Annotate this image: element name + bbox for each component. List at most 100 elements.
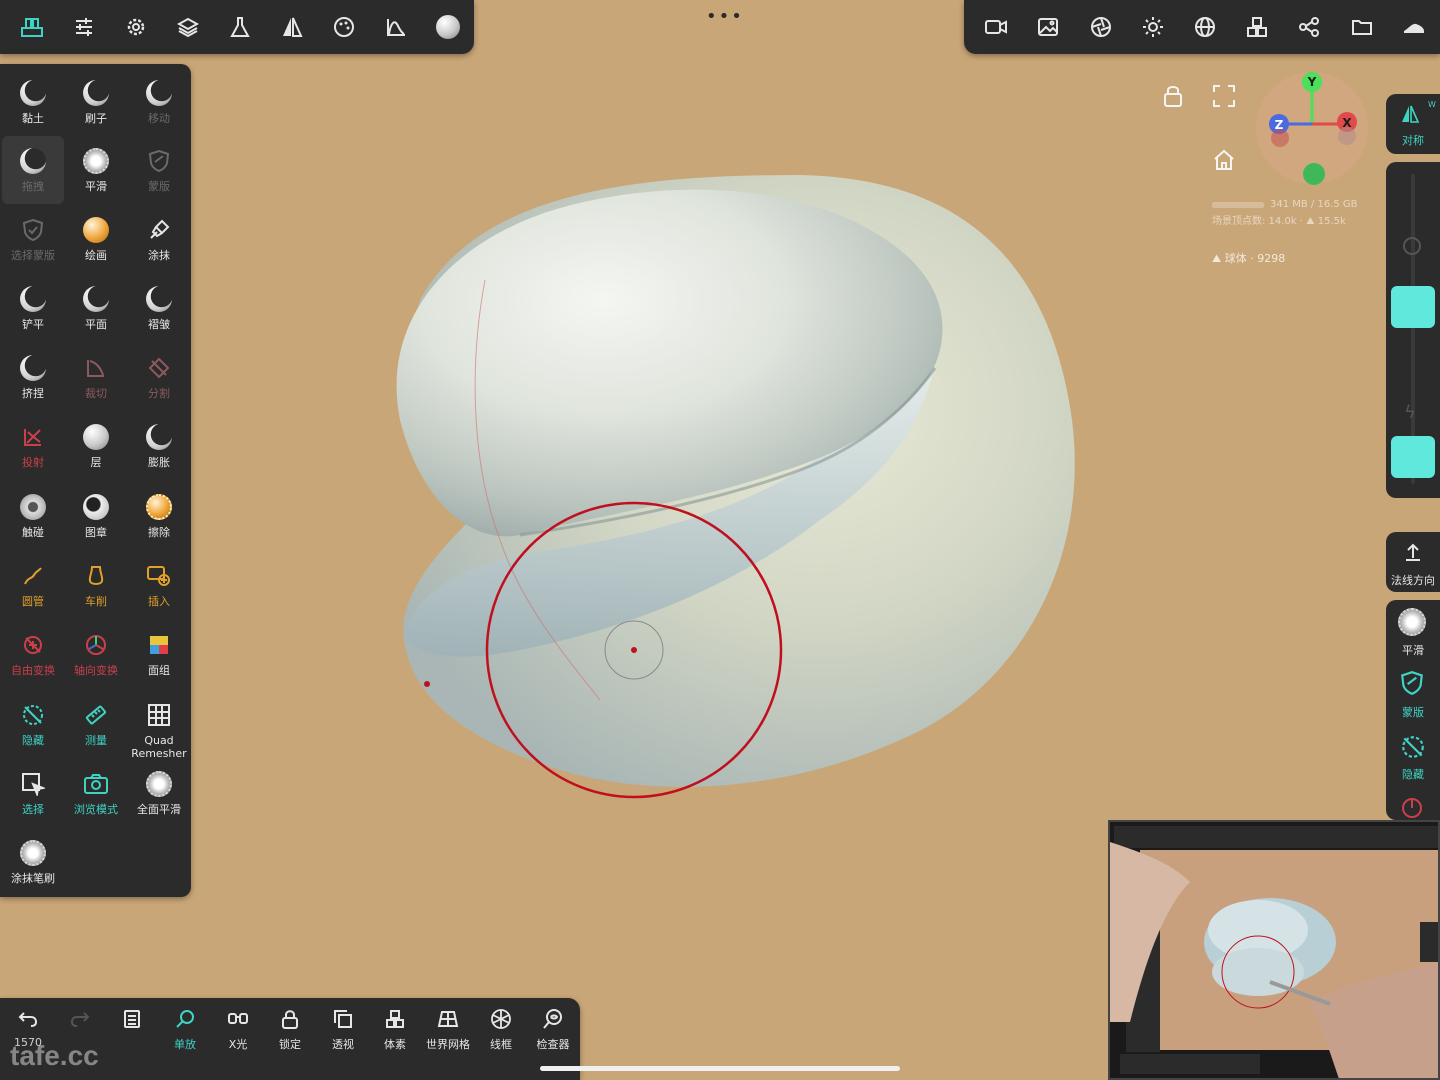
voxel-button[interactable]: 体素 — [369, 1006, 421, 1066]
tool-plane[interactable]: 平面 — [65, 274, 127, 342]
fullscreen-icon[interactable] — [1212, 84, 1236, 114]
tool-label: Quad Remesher — [131, 734, 187, 760]
tool-erase[interactable]: 擦除 — [128, 482, 190, 550]
tool-select[interactable]: 选择 — [2, 759, 64, 827]
tool-tube[interactable]: 圆管 — [2, 551, 64, 619]
aperture-icon[interactable] — [1074, 0, 1126, 54]
clay-icon — [18, 78, 48, 108]
mask-icon[interactable] — [1400, 670, 1424, 700]
tool-clay[interactable]: 黏土 — [2, 68, 64, 136]
voxel-label: 体素 — [384, 1038, 406, 1051]
sphere-grid-icon[interactable] — [1179, 0, 1231, 54]
tool-label: 平滑 — [85, 180, 107, 193]
upload-arrow-icon — [1404, 542, 1422, 566]
tool-trim[interactable]: 裁切 — [65, 343, 127, 411]
sliders-icon[interactable] — [58, 0, 110, 54]
tool-quad-remesher[interactable]: Quad Remesher — [128, 690, 190, 764]
tool-label: 平面 — [85, 318, 107, 331]
world-grid-button[interactable]: 世界网格 — [422, 1006, 474, 1066]
tools-icon[interactable] — [6, 0, 58, 54]
shoe-icon[interactable] — [1388, 0, 1440, 54]
tool-axis-transform[interactable]: 轴向变换 — [65, 620, 127, 688]
tool-project[interactable]: 投射 — [2, 412, 64, 480]
mesh-name[interactable]: ⛰ 球体 · 9298 — [1212, 250, 1285, 266]
tool-label: 分割 — [148, 387, 170, 400]
project-icon — [18, 422, 48, 452]
lock-icon[interactable] — [1162, 84, 1184, 114]
top-grip[interactable]: ••• — [706, 6, 744, 27]
intensity-slider[interactable] — [1391, 436, 1435, 478]
share-icon[interactable] — [1283, 0, 1335, 54]
symmetry-icon[interactable] — [266, 0, 318, 54]
tool-insert[interactable]: 插入 — [128, 551, 190, 619]
tool-view-mode[interactable]: 浏览模式 — [65, 759, 127, 827]
tool-stamp[interactable]: 图章 — [65, 482, 127, 550]
tool-touch[interactable]: 触碰 — [2, 482, 64, 550]
material-icon[interactable] — [422, 0, 474, 54]
tool-pinch[interactable]: 挤捏 — [2, 343, 64, 411]
tool-brush[interactable]: 刷子 — [65, 68, 127, 136]
smudge-brush-icon — [18, 838, 48, 868]
undo-icon — [18, 1006, 38, 1032]
xray-button[interactable]: X光 — [212, 1006, 264, 1066]
camera-icon[interactable] — [970, 0, 1022, 54]
voxel-icon — [385, 1006, 405, 1032]
curve-icon[interactable] — [370, 0, 422, 54]
cubes-icon[interactable] — [1231, 0, 1283, 54]
tool-label: 触碰 — [22, 526, 44, 539]
tool-hide[interactable]: 隐藏 — [2, 690, 64, 758]
layers-icon[interactable] — [162, 0, 214, 54]
symmetry-dot — [424, 681, 430, 687]
tool-label: 绘画 — [85, 249, 107, 262]
home-indicator[interactable] — [540, 1066, 900, 1071]
brush-icon — [81, 78, 111, 108]
tool-label: 测量 — [85, 734, 107, 747]
tube-icon — [18, 561, 48, 591]
tool-flatten[interactable]: 铲平 — [2, 274, 64, 342]
perspective-button[interactable]: 透视 — [317, 1006, 369, 1066]
tool-inflate[interactable]: 膨胀 — [128, 412, 190, 480]
axis-gizmo[interactable]: Y X Z — [1250, 66, 1374, 190]
hide-icon[interactable] — [1400, 734, 1426, 764]
solo-button[interactable]: 单放 — [159, 1006, 211, 1066]
sun-icon[interactable] — [1127, 0, 1179, 54]
flask-icon[interactable] — [214, 0, 266, 54]
tool-crease[interactable]: 褶皱 — [128, 274, 190, 342]
tool-lathe[interactable]: 车削 — [65, 551, 127, 619]
tool-smudge[interactable]: 涂抹 — [128, 205, 190, 273]
crease-icon — [144, 284, 174, 314]
tool-mask[interactable]: 蒙版 — [128, 136, 190, 204]
axis-neg-y-handle[interactable] — [1303, 163, 1325, 185]
wireframe-button[interactable]: 线框 — [475, 1006, 527, 1066]
tool-layer[interactable]: 层 — [65, 412, 127, 480]
tool-smudge-brush[interactable]: 涂抹笔刷 — [2, 828, 64, 896]
axis-x-label: X — [1342, 116, 1352, 130]
image-icon[interactable] — [1022, 0, 1074, 54]
lock-button[interactable]: 锁定 — [264, 1006, 316, 1066]
quick-tools-panel: 平滑 蒙版 隐藏 — [1386, 600, 1440, 820]
palette-icon[interactable] — [318, 0, 370, 54]
smooth-icon[interactable] — [1398, 608, 1426, 636]
tool-face-group[interactable]: 面组 — [128, 620, 190, 688]
tool-smooth[interactable]: 平滑 — [65, 136, 127, 204]
tool-select-mask[interactable]: 选择蒙版 — [2, 205, 64, 273]
tool-split[interactable]: 分割 — [128, 343, 190, 411]
mask-shield-icon — [144, 146, 174, 176]
folder-icon[interactable] — [1336, 0, 1388, 54]
paint-icon — [81, 215, 111, 245]
tool-move[interactable]: 移动 — [128, 68, 190, 136]
symmetry-panel[interactable]: W 对称 — [1386, 94, 1440, 154]
inspector-button[interactable]: 检查器 — [527, 1006, 579, 1066]
scene-list-button[interactable] — [106, 1006, 158, 1066]
gear-icon[interactable] — [110, 0, 162, 54]
normal-direction-button[interactable]: 法线方向 — [1386, 532, 1440, 592]
touch-icon — [18, 492, 48, 522]
tool-label: 黏土 — [22, 112, 44, 125]
tool-measure[interactable]: 测量 — [65, 690, 127, 758]
tool-drag[interactable]: 拖拽 — [2, 136, 64, 204]
home-icon[interactable] — [1212, 148, 1236, 178]
radius-slider[interactable] — [1391, 286, 1435, 328]
tool-paint[interactable]: 绘画 — [65, 205, 127, 273]
tool-free-transform[interactable]: 自由变换 — [2, 620, 64, 688]
tool-global-smooth[interactable]: 全面平滑 — [128, 759, 190, 827]
